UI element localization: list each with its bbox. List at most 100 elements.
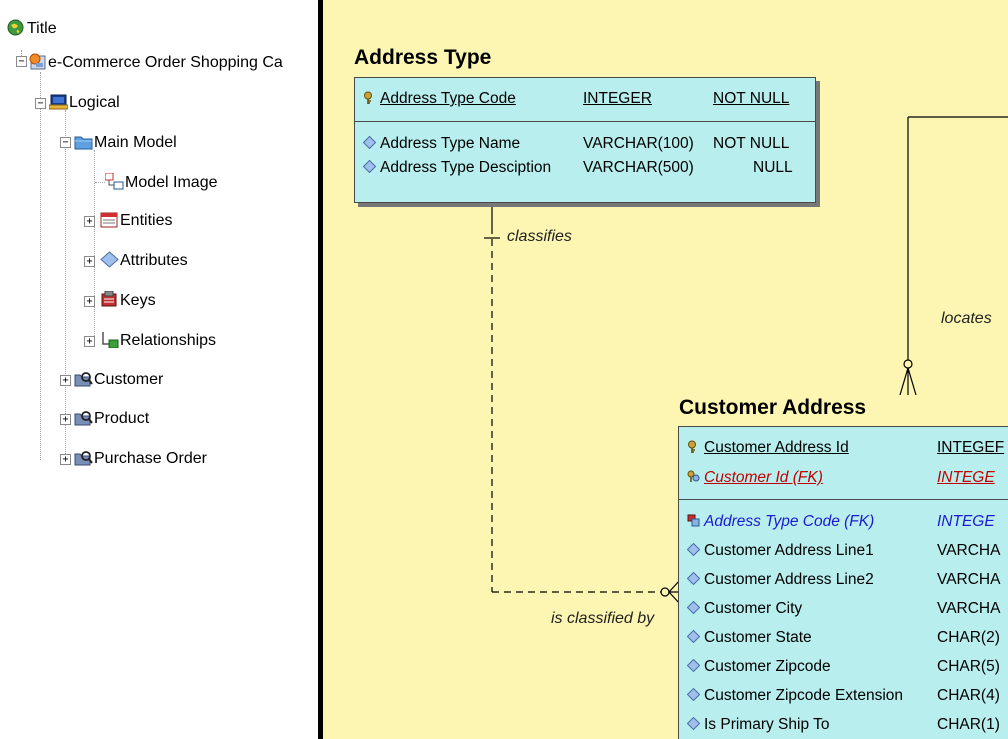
attribute-type: CHAR(2) (937, 629, 1000, 646)
entity-address-type[interactable]: Address Type Code INTEGER NOT NULL Addre… (354, 77, 816, 203)
attribute-name: Customer Zipcode (704, 658, 831, 675)
tree-line (40, 72, 41, 460)
attr-name-cell: Address Type Desciption (363, 157, 551, 179)
entities-icon (100, 212, 118, 228)
tree-item-label: e-Commerce Order Shopping Ca (48, 54, 283, 71)
relationship-label-classifies: classifies (507, 228, 572, 245)
attr-name-cell: Customer City (687, 598, 802, 620)
foreign-key-icon (687, 470, 700, 482)
tree-item-entities[interactable]: Entities (100, 210, 172, 232)
tree-item-label: Relationships (120, 332, 217, 349)
model-tree[interactable]: Title − e-Commerce Order Shopping Ca − L… (0, 0, 318, 739)
attribute-diamond-icon (687, 717, 700, 730)
attribute-diamond-icon (363, 136, 376, 149)
attr-name-cell: Address Type Name (363, 133, 520, 155)
attribute-type: INTEGE (937, 469, 995, 486)
tree-item-label: Logical (69, 94, 120, 111)
diagram-canvas[interactable]: classifies is classified by locates Addr… (323, 0, 1008, 739)
attribute-type: VARCHAR(100) (583, 135, 694, 152)
tree-item-keys[interactable]: Keys (100, 290, 156, 312)
entity-title-customer-address: Customer Address (679, 396, 867, 419)
collapse-toggle[interactable]: − (35, 98, 46, 109)
key-separator (679, 499, 1008, 500)
attribute-name: Address Type Desciption (380, 159, 552, 176)
relationship-label-locates: locates (941, 310, 992, 327)
attr-name-cell: Customer Zipcode (687, 656, 831, 678)
tree-line (65, 110, 66, 460)
tree-item-purchase-order[interactable]: Purchase Order (74, 448, 207, 470)
tree-item-product[interactable]: Product (74, 408, 149, 430)
optional-circle-mark (903, 359, 913, 369)
tree-root-label: Title (27, 20, 57, 37)
pk-name-cell: Customer Id (FK) (687, 467, 823, 489)
expand-toggle[interactable]: + (84, 256, 95, 267)
tree-root[interactable]: Title (7, 18, 57, 40)
attribute-diamond-icon (687, 543, 700, 556)
tree-item-model[interactable]: e-Commerce Order Shopping Ca (28, 52, 283, 74)
expand-toggle[interactable]: + (60, 414, 71, 425)
tree-line (95, 182, 105, 183)
attr-name-cell: Customer Address Line1 (687, 540, 874, 562)
attribute-type: VARCHA (937, 542, 1001, 559)
expand-toggle[interactable]: + (60, 454, 71, 465)
attribute-type: INTEGER (583, 90, 652, 107)
primary-key-icon (364, 91, 372, 104)
primary-key-icon (688, 440, 696, 453)
attribute-type: VARCHA (937, 571, 1001, 588)
subject-area-icon (74, 411, 93, 426)
attribute-name: Customer Address Line1 (704, 542, 874, 559)
tree-item-label: Attributes (120, 252, 188, 269)
attribute-type: VARCHAR(500) (583, 159, 694, 176)
tree-item-relationships[interactable]: Relationships (100, 330, 216, 352)
tree-item-customer[interactable]: Customer (74, 369, 163, 391)
keys-icon (101, 291, 117, 307)
tree-item-model-image[interactable]: Model Image (105, 172, 218, 194)
attribute-null: NOT NULL (713, 90, 790, 107)
attribute-diamond-icon (100, 251, 119, 268)
model-image-icon (105, 173, 124, 190)
pk-name-cell: Customer Address Id (687, 437, 849, 459)
attribute-name: Customer Zipcode Extension (704, 687, 904, 704)
entity-customer-address[interactable]: Customer Address Id INTEGEF Customer Id … (678, 426, 1008, 739)
attribute-name: Customer Id (FK) (704, 469, 823, 486)
globe-icon (7, 19, 24, 36)
tree-line (94, 150, 95, 340)
expand-toggle[interactable]: + (84, 216, 95, 227)
attribute-type: CHAR(1) (937, 716, 1000, 733)
expand-toggle[interactable]: + (84, 296, 95, 307)
crows-foot-mark (899, 367, 917, 396)
attr-name-cell: Address Type Code (FK) (687, 511, 874, 533)
tree-item-attributes[interactable]: Attributes (100, 250, 188, 272)
model-file-icon (29, 53, 46, 70)
optional-circle-mark (660, 587, 670, 597)
tree-item-label: Model Image (125, 174, 218, 191)
attribute-diamond-icon (363, 160, 376, 173)
attribute-null: NULL (753, 159, 793, 176)
tree-item-logical[interactable]: Logical (49, 92, 120, 114)
attribute-diamond-icon (687, 659, 700, 672)
attribute-diamond-icon (687, 688, 700, 701)
logical-model-icon (49, 94, 68, 110)
collapse-toggle[interactable]: − (16, 56, 27, 67)
tree-item-main-model[interactable]: Main Model (74, 132, 177, 154)
attribute-null: NOT NULL (713, 135, 790, 152)
attribute-type: CHAR(5) (937, 658, 1000, 675)
expand-toggle[interactable]: + (84, 336, 95, 347)
tree-item-label: Main Model (94, 134, 177, 151)
attribute-name: Address Type Code (FK) (704, 513, 875, 530)
attribute-type: INTEGEF (937, 439, 1005, 456)
attr-name-cell: Is Primary Ship To (687, 714, 829, 736)
attr-name-cell: Customer Address Line2 (687, 569, 874, 591)
tree-item-label: Purchase Order (94, 450, 207, 467)
attr-name-cell: Customer Zipcode Extension (687, 685, 903, 707)
entity-title-address-type: Address Type (354, 46, 492, 69)
attribute-diamond-icon (687, 630, 700, 643)
attribute-type: VARCHA (937, 600, 1001, 617)
collapse-toggle[interactable]: − (60, 137, 71, 148)
attribute-type: INTEGE (937, 513, 995, 530)
attribute-name: Address Type Code (380, 90, 516, 107)
key-separator (355, 121, 815, 122)
attribute-name: Customer City (704, 600, 803, 617)
expand-toggle[interactable]: + (60, 375, 71, 386)
tree-item-label: Entities (120, 212, 173, 229)
